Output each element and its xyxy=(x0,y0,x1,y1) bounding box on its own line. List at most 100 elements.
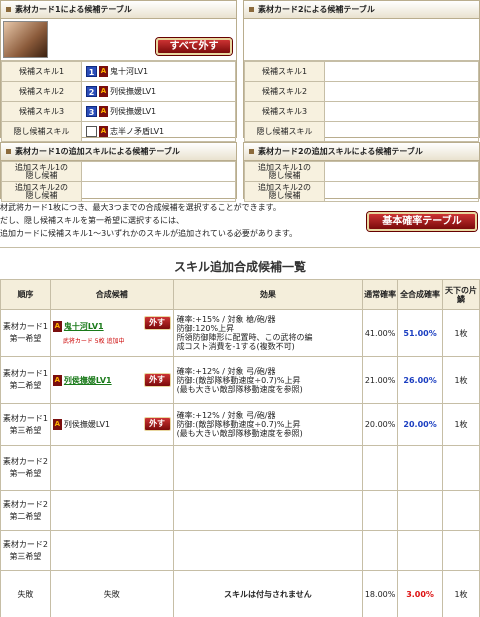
fail-order: 失敗 xyxy=(0,570,51,617)
table-row: 素材カード2 第三希望 xyxy=(0,530,480,571)
candidate-cell[interactable] xyxy=(49,490,174,531)
card1-extra-title: 素材カード1の追加スキルによる候補テーブル xyxy=(1,143,236,161)
order-cell: 素材カード2 第三希望 xyxy=(0,530,51,571)
row-label: 候補スキル3 xyxy=(1,101,82,122)
extra-label: 追加スキル2の 隠し候補 xyxy=(244,181,325,202)
skill-link[interactable]: 列侯撫媛LV1 xyxy=(64,376,112,385)
piece-count: 1枚 xyxy=(442,309,480,357)
col-total-rate: 全合成確率 xyxy=(397,279,444,310)
card2-panel: 素材カード2による候補テーブル 候補スキル1 候補スキル2 候補スキル3 隠し候… xyxy=(243,0,480,142)
row-label: 候補スキル1 xyxy=(244,61,325,82)
effect-cell: 確率:+12% / 対象 弓/砲/器 防御:(敵部隊移動速度÷0.7)%上昇 (最も… xyxy=(172,356,364,404)
row-label: 隠し候補スキル xyxy=(1,121,82,142)
skill-name: 列侯撫媛LV1 xyxy=(110,87,157,96)
card2-title: 素材カード2による候補テーブル xyxy=(244,1,479,19)
order-cell: 素材カード2 第一希望 xyxy=(0,445,51,491)
total-rate: 20.00% xyxy=(397,403,444,446)
skill-type-icon: A xyxy=(99,106,108,117)
col-candidate: 合成候補 xyxy=(49,279,174,310)
card1-panel: 素材カード1による候補テーブル すべて外す 候補スキル1 1 A 鬼十河LV1 候補… xyxy=(0,0,237,142)
select-checkbox[interactable] xyxy=(86,126,97,137)
card2-extra-table: 追加スキル1の 隠し候補 追加スキル2の 隠し候補 xyxy=(244,161,479,202)
priority-2-icon[interactable]: 2 xyxy=(86,86,97,97)
normal-rate: 21.00% xyxy=(362,356,399,404)
fail-row: 失敗 失敗 スキルは付与されません 18.00% 3.00% 1枚 xyxy=(0,570,480,617)
note-line: 材武将カード1枚につき、最大3つまでの合成候補を選択することができます。 xyxy=(0,203,281,212)
note-line: だし、隠し候補スキルを第一希望に選択するには、 xyxy=(0,216,184,225)
row-label: 候補スキル2 xyxy=(1,81,82,102)
row-label: 隠し候補スキル xyxy=(244,121,325,142)
candidate-cell[interactable] xyxy=(49,530,174,571)
piece-count: 1枚 xyxy=(442,356,480,404)
skill-type-icon: A xyxy=(52,419,62,430)
card2-row: 候補スキル3 xyxy=(244,101,479,122)
remove-all-button[interactable]: すべて外す xyxy=(156,38,232,55)
card1-extra-table: 追加スキル1の 隠し候補 追加スキル2の 隠し候補 xyxy=(1,161,236,202)
skill-name: 列侯撫媛LV1 xyxy=(63,420,111,429)
extra-label: 追加スキル1の 隠し候補 xyxy=(244,161,325,182)
col-normal-rate: 通常確率 xyxy=(362,279,399,310)
skill-type-icon: A xyxy=(99,66,108,77)
skill-type-icon: A xyxy=(52,321,62,332)
priority-3-icon[interactable]: 3 xyxy=(86,106,97,117)
candidate-cell: A 列侯撫媛LV1 外す xyxy=(49,403,174,446)
card1-row: 候補スキル3 3 A 列侯撫媛LV1 xyxy=(1,101,236,122)
base-rate-table-button[interactable]: 基本確率テーブル xyxy=(367,212,477,231)
priority-1-icon[interactable]: 1 xyxy=(86,66,97,77)
row-label: 候補スキル1 xyxy=(1,61,82,82)
extra-label: 追加スキル2の 隠し候補 xyxy=(1,181,82,202)
card2-row: 隠し候補スキル xyxy=(244,121,479,142)
table-row: 素材カード1 第二希望 A 列侯撫媛LV1 外す 確率:+12% / 対象 弓/砲/… xyxy=(0,356,480,404)
card1-row: 候補スキル2 2 A 列侯撫媛LV1 xyxy=(1,81,236,102)
added-cards-note: 武将カード 5枚 追加中 xyxy=(62,338,125,345)
extra-label: 追加スキル1の 隠し候補 xyxy=(1,161,82,182)
skill-link[interactable]: 鬼十河LV1 xyxy=(64,322,104,331)
candidate-list-table: 順序 合成候補 効果 通常確率 全合成確率 天下の片鱗 素材カード1 第一希望 A… xyxy=(0,279,480,617)
normal-rate: 20.00% xyxy=(362,403,399,446)
table-row: 素材カード1 第一希望 A 鬼十河LV1 外す 武将カード 5枚 追加中 確率:+1… xyxy=(0,309,480,357)
order-cell: 素材カード1 第二希望 xyxy=(0,356,51,404)
col-effect: 効果 xyxy=(172,279,364,310)
card1-avatar[interactable] xyxy=(3,21,48,58)
card1-candidate-table: 候補スキル1 1 A 鬼十河LV1 候補スキル2 2 A 列侯撫媛LV1 候補スキル3 … xyxy=(1,61,236,142)
row-label: 候補スキル2 xyxy=(244,81,325,102)
skill-type-icon: A xyxy=(52,374,62,386)
note-line: 追加カードに候補スキル1～3いずれかのスキルが追加されている必要があります。 xyxy=(0,229,298,238)
normal-rate: 41.00% xyxy=(362,309,399,357)
total-rate: 26.00% xyxy=(397,356,444,404)
skill-type-icon: A xyxy=(99,86,108,97)
card1-extra-panel: 素材カード1の追加スキルによる候補テーブル 追加スキル1の 隠し候補 追加スキル2… xyxy=(0,142,237,202)
normal-rate: 18.00% xyxy=(362,570,399,617)
order-cell: 素材カード1 第一希望 xyxy=(0,309,51,357)
remove-button[interactable]: 外す xyxy=(143,417,171,431)
skill-type-icon: A xyxy=(99,126,108,137)
card2-extra-panel: 素材カード2の追加スキルによる候補テーブル 追加スキル1の 隠し候補 追加スキル2… xyxy=(243,142,480,202)
col-order: 順序 xyxy=(0,279,51,310)
card2-row: 候補スキル2 xyxy=(244,81,479,102)
skill-name: 志半ノ矛盾LV1 xyxy=(110,127,165,136)
total-rate: 51.00% xyxy=(397,309,444,357)
card2-row: 候補スキル1 xyxy=(244,61,479,82)
piece-count: 1枚 xyxy=(442,403,480,446)
remove-button[interactable]: 外す xyxy=(143,373,171,387)
fail-effect: スキルは付与されません xyxy=(172,570,364,617)
order-cell: 素材カード1 第三希望 xyxy=(0,403,51,446)
col-piece: 天下の片鱗 xyxy=(442,279,480,310)
table-row: 素材カード1 第三希望 A 列侯撫媛LV1 外す 確率:+12% / 対象 弓/砲/… xyxy=(0,403,480,446)
card1-title: 素材カード1による候補テーブル xyxy=(1,1,236,19)
card2-empty-slot[interactable] xyxy=(244,19,479,61)
candidate-cell: A 鬼十河LV1 外す 武将カード 5枚 追加中 xyxy=(49,309,174,357)
remove-button[interactable]: 外す xyxy=(143,316,171,330)
skill-name: 列侯撫媛LV1 xyxy=(110,107,157,116)
card2-candidate-table: 候補スキル1 候補スキル2 候補スキル3 隠し候補スキル xyxy=(244,61,479,142)
skill-name: 鬼十河LV1 xyxy=(110,67,149,76)
effect-cell: 確率:+12% / 対象 弓/砲/器 防御:(敵部隊移動速度÷0.7)%上昇 (最も… xyxy=(172,403,364,446)
skill-fusion-page: 素材カード1による候補テーブル すべて外す 候補スキル1 1 A 鬼十河LV1 候補… xyxy=(0,0,480,617)
row-label: 候補スキル3 xyxy=(244,101,325,122)
candidate-cell[interactable] xyxy=(49,445,174,491)
table-row: 素材カード2 第一希望 xyxy=(0,445,480,491)
header-row: 順序 合成候補 効果 通常確率 全合成確率 天下の片鱗 xyxy=(0,279,480,310)
card1-row: 候補スキル1 1 A 鬼十河LV1 xyxy=(1,61,236,82)
candidate-cell: A 列侯撫媛LV1 外す xyxy=(49,356,174,404)
card1-row: 隠し候補スキル A 志半ノ矛盾LV1 xyxy=(1,121,236,142)
